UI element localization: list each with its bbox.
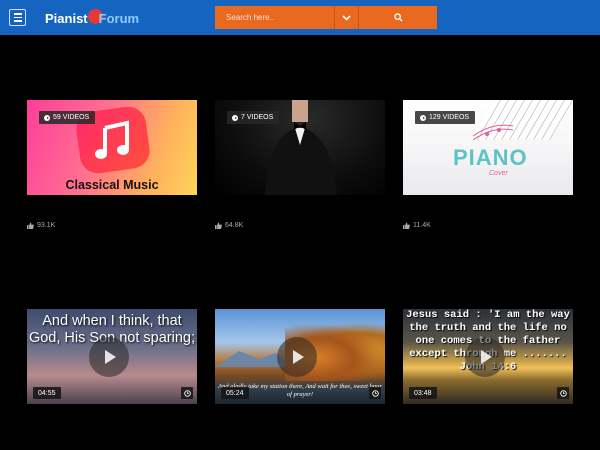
video-count-label: 59 VIDEOS <box>53 114 90 121</box>
video-count-label: 7 VIDEOS <box>241 114 274 121</box>
video-count-badge: 7 VIDEOS <box>227 111 280 124</box>
play-circle-icon <box>44 114 50 121</box>
playlist-art-title: PIANO <box>453 145 528 170</box>
watch-later-button[interactable] <box>181 387 193 399</box>
likes-count: 11.4K <box>413 221 431 229</box>
likes-count: 93.1K <box>37 221 56 229</box>
play-circle-icon <box>232 114 238 121</box>
watch-later-button[interactable] <box>369 387 381 399</box>
menu-line-icon <box>13 20 22 22</box>
playlist-thumbnail[interactable]: PIANO Cover 129 VIDEOS <box>403 100 573 195</box>
play-button[interactable] <box>277 337 317 377</box>
search-button[interactable] <box>359 6 437 29</box>
playlist-thumbnail[interactable]: 7 VIDEOS <box>215 100 385 195</box>
video-thumbnail[interactable]: And gladly take my station there, And wa… <box>215 309 385 404</box>
video-duration: 03:48 <box>409 387 437 399</box>
video-card: And when I think, that God, His Son not … <box>27 309 197 404</box>
music-note-icon <box>95 120 129 159</box>
playlist-art-subtitle: Cover <box>489 170 508 177</box>
likes-count: 64.8K <box>225 221 244 229</box>
search-bar: Search here.. <box>215 6 437 29</box>
playlist-card: 7 VIDEOS 64.8K <box>215 100 385 230</box>
video-thumbnail[interactable]: And when I think, that God, His Son not … <box>27 309 197 404</box>
clock-icon <box>371 389 379 397</box>
playlist-thumbnail[interactable]: Classical Music 59 VIDEOS <box>27 100 197 195</box>
thumbs-up-icon <box>403 221 410 229</box>
playlist-card: Classical Music 59 VIDEOS 93.1K <box>27 100 197 230</box>
site-logo[interactable]: Pianist Forum <box>45 8 139 28</box>
watch-later-button[interactable] <box>557 387 569 399</box>
video-duration: 04:55 <box>33 387 61 399</box>
video-count-badge: 129 VIDEOS <box>415 111 476 124</box>
clock-icon <box>183 389 191 397</box>
site-header: Pianist Forum Search here.. <box>0 0 600 35</box>
search-category-dropdown[interactable] <box>335 6 359 29</box>
video-card: And gladly take my station there, And wa… <box>215 309 385 404</box>
chevron-down-icon <box>342 14 351 21</box>
playlist-card: PIANO Cover 129 VIDEOS 11.4K <box>403 100 573 230</box>
video-card: Jesus said : 'I am the way the truth and… <box>403 309 573 404</box>
menu-line-icon <box>13 13 22 15</box>
logo-text-secondary: Forum <box>98 10 140 26</box>
play-circle-icon <box>420 114 426 121</box>
likes-row: 11.4K <box>403 220 573 230</box>
thumbs-up-icon <box>215 221 222 229</box>
video-duration: 05:24 <box>221 387 249 399</box>
play-button[interactable] <box>465 337 505 377</box>
playlist-art-title: Classical Music <box>65 178 159 192</box>
hamburger-menu-button[interactable] <box>9 9 26 26</box>
clock-icon <box>559 389 567 397</box>
video-count-badge: 59 VIDEOS <box>39 111 96 124</box>
video-count-label: 129 VIDEOS <box>429 114 470 121</box>
music-staff-icon <box>473 124 513 141</box>
video-thumbnail[interactable]: Jesus said : 'I am the way the truth and… <box>403 309 573 404</box>
search-icon <box>393 13 403 22</box>
likes-row: 64.8K <box>215 220 385 230</box>
search-input[interactable]: Search here.. <box>215 6 335 29</box>
play-button[interactable] <box>89 337 129 377</box>
thumbs-up-icon <box>27 221 34 229</box>
likes-row: 93.1K <box>27 220 197 230</box>
menu-line-icon <box>13 16 22 19</box>
logo-text-primary: Pianist <box>45 10 88 26</box>
